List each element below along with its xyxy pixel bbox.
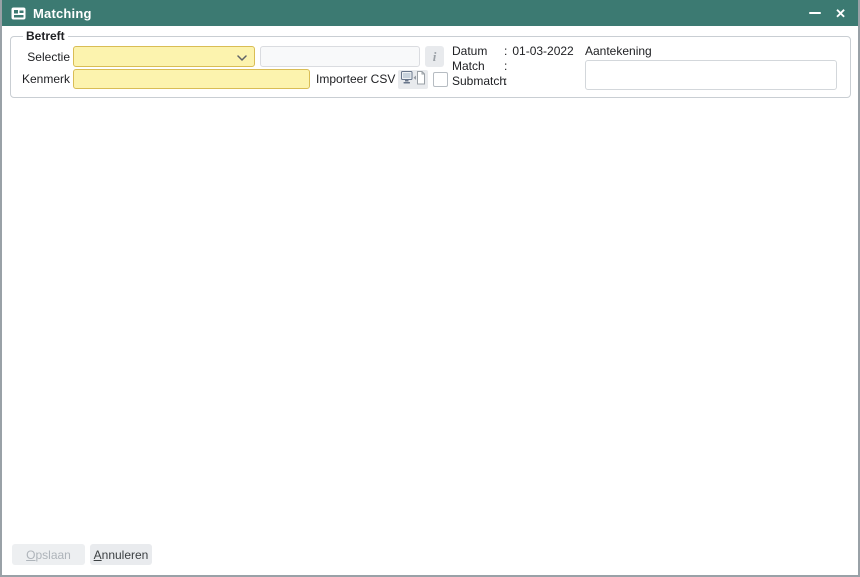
info-button: i (425, 46, 444, 67)
betreft-fieldset: Betreft Selectie (10, 29, 851, 98)
selectie-label: Selectie (20, 50, 70, 64)
import-csv-checkbox[interactable] (433, 72, 448, 87)
cancel-button[interactable]: Annuleren (90, 544, 152, 565)
contact-card-icon (11, 7, 26, 20)
betreft-left-column: Selectie i (20, 43, 452, 91)
aantekening-label: Aantekening (585, 44, 842, 58)
submatch-separator: : (504, 74, 507, 89)
aantekening-section: Aantekening (585, 44, 842, 90)
window-title: Matching (33, 6, 92, 21)
close-button[interactable]: ✕ (835, 7, 846, 20)
kenmerk-label: Kenmerk (20, 72, 70, 86)
meta-column: Datum : 01-03-2022 Match : Submatch : (452, 44, 585, 90)
datum-label: Datum (452, 44, 504, 59)
minimize-icon (809, 12, 821, 14)
import-csv-button[interactable] (398, 70, 428, 89)
matching-dialog-window: Matching ✕ Betreft Selectie (0, 0, 860, 577)
kenmerk-row: Kenmerk Importeer CSV (20, 69, 452, 89)
match-row: Match : (452, 59, 585, 74)
import-csv-label: Importeer CSV (316, 72, 395, 86)
submatch-label: Submatch (452, 74, 504, 89)
titlebar: Matching ✕ (2, 0, 858, 26)
datum-row: Datum : 01-03-2022 (452, 44, 585, 59)
betreft-legend: Betreft (23, 29, 68, 43)
selectie-row: Selectie i (20, 46, 452, 67)
minimize-button[interactable] (809, 12, 821, 14)
aantekening-textarea[interactable] (585, 60, 837, 90)
submatch-row: Submatch : (452, 74, 585, 89)
save-button-label: Opslaan (26, 548, 71, 562)
match-separator: : (504, 59, 507, 74)
info-icon: i (433, 49, 437, 64)
datum-separator: : (504, 44, 507, 59)
selectie-dropdown[interactable] (73, 46, 255, 67)
close-icon: ✕ (835, 7, 846, 20)
datum-value: 01-03-2022 (512, 44, 573, 59)
footer-buttons: Opslaan Annuleren (12, 544, 152, 565)
import-csv-icon (401, 71, 426, 88)
betreft-right-column: Datum : 01-03-2022 Match : Submatch : (452, 43, 842, 90)
match-label: Match (452, 59, 504, 74)
save-button: Opslaan (12, 544, 85, 565)
chevron-down-icon (237, 50, 247, 64)
window-controls: ✕ (809, 7, 846, 20)
cancel-button-label: Annuleren (94, 548, 149, 562)
kenmerk-input[interactable] (73, 69, 310, 89)
selectie-description-field (260, 46, 420, 67)
